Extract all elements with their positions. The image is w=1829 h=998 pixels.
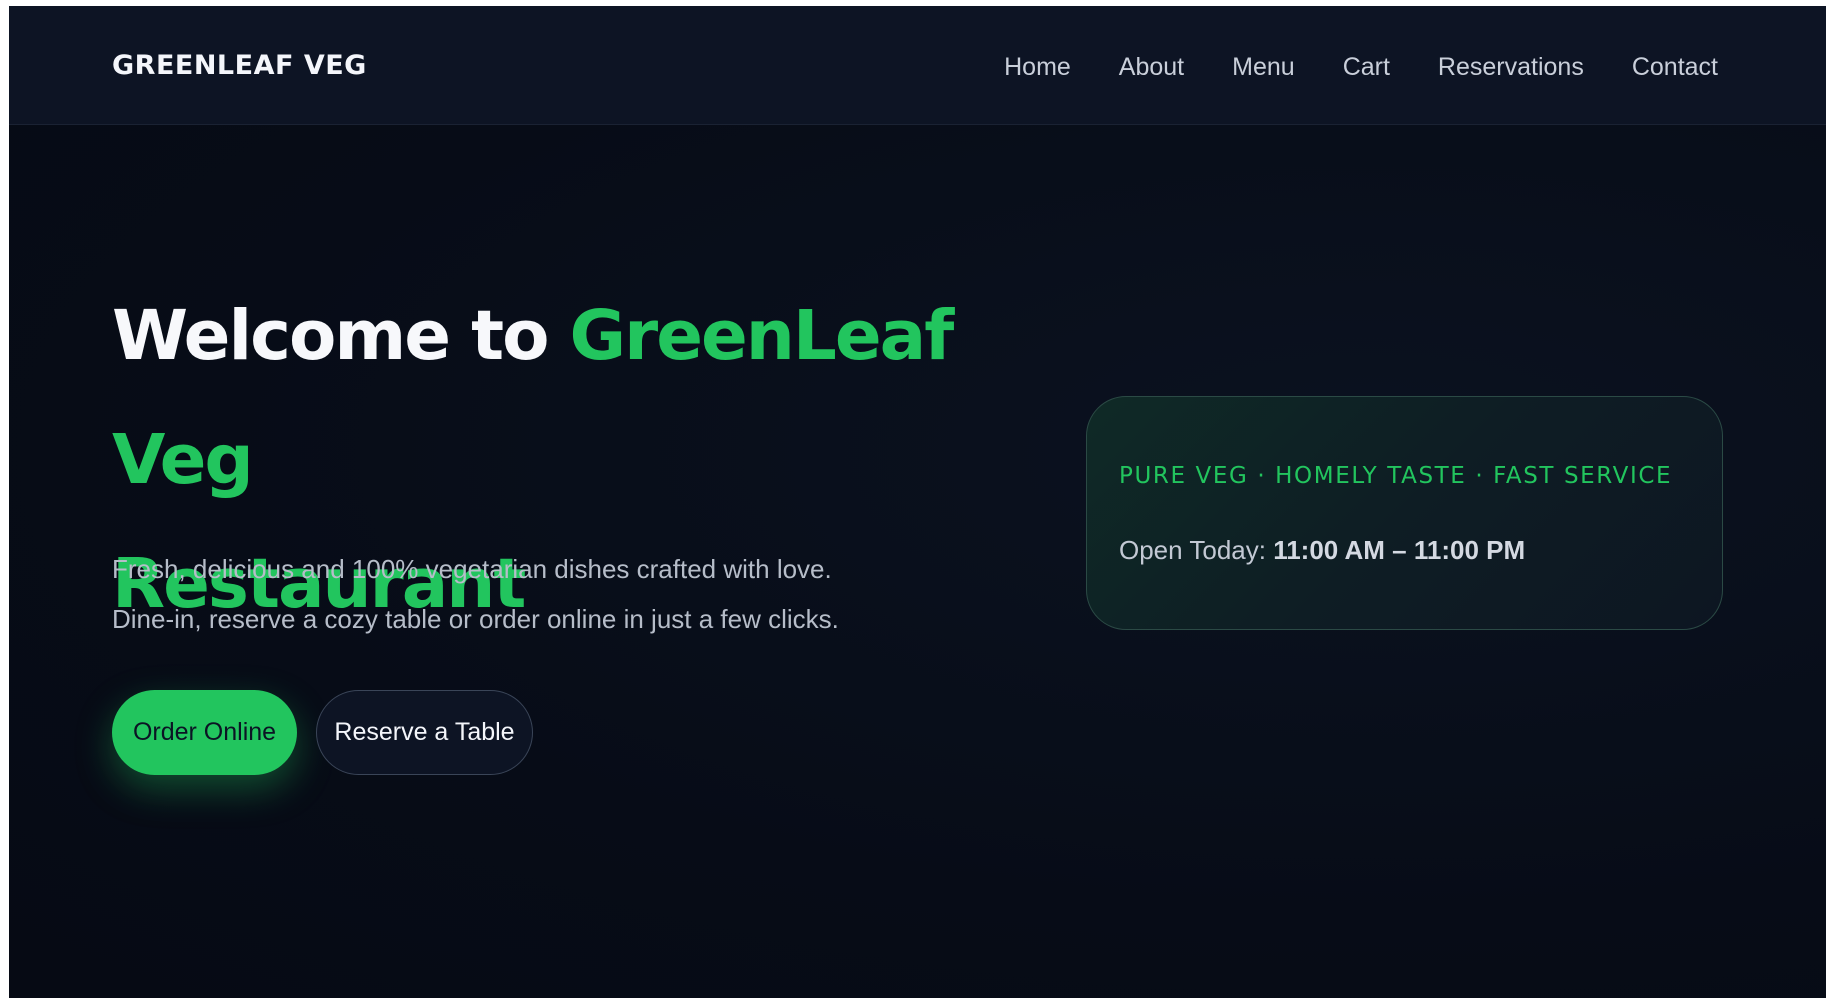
nav-links: Home About Menu Cart Reservations Contac… xyxy=(1004,53,1718,82)
brand-logo[interactable]: GREENLEAF VEG xyxy=(112,50,367,81)
hero-description: Fresh, delicious and 100% vegetarian dis… xyxy=(112,544,872,644)
nav-link-reservations[interactable]: Reservations xyxy=(1438,53,1584,82)
opening-hours: Open Today: 11:00 AM – 11:00 PM xyxy=(1119,535,1525,566)
nav-link-menu[interactable]: Menu xyxy=(1232,53,1295,82)
info-tagline: PURE VEG · HOMELY TASTE · FAST SERVICE xyxy=(1119,463,1673,489)
reserve-table-button[interactable]: Reserve a Table xyxy=(316,690,533,775)
page-frame: GREENLEAF VEG Home About Menu Cart Reser… xyxy=(9,6,1826,998)
hero-title-prefix: Welcome to xyxy=(112,296,570,376)
hero-description-line2: Dine-in, reserve a cozy table or order o… xyxy=(112,604,839,634)
hero-description-line1: Fresh, delicious and 100% vegetarian dis… xyxy=(112,554,832,584)
nav-link-cart[interactable]: Cart xyxy=(1343,53,1390,82)
nav-link-home[interactable]: Home xyxy=(1004,53,1071,82)
opening-hours-value: 11:00 AM – 11:00 PM xyxy=(1273,535,1526,565)
opening-hours-label: Open Today: xyxy=(1119,535,1274,565)
order-online-button[interactable]: Order Online xyxy=(112,690,297,775)
navbar: GREENLEAF VEG Home About Menu Cart Reser… xyxy=(9,6,1826,125)
nav-link-contact[interactable]: Contact xyxy=(1632,53,1718,82)
nav-link-about[interactable]: About xyxy=(1119,53,1184,82)
info-card: PURE VEG · HOMELY TASTE · FAST SERVICE O… xyxy=(1086,396,1723,630)
